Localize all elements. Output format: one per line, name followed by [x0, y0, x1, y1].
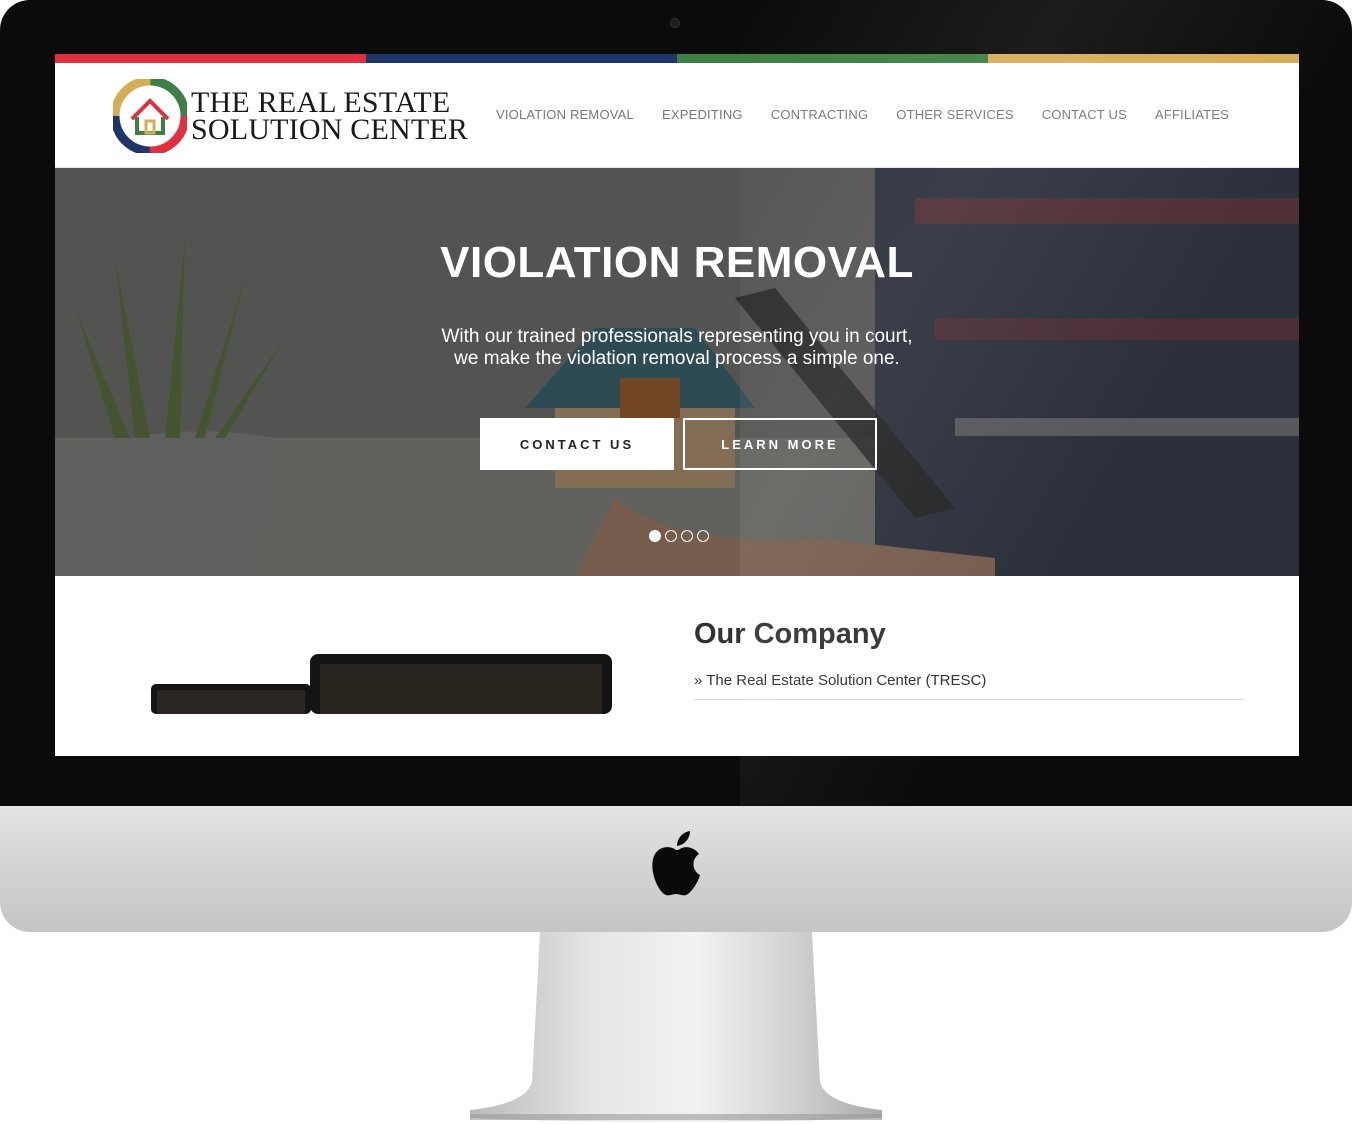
logo-wordmark: THE REAL ESTATE SOLUTION CENTER [191, 86, 469, 146]
color-bar-gold [988, 54, 1299, 63]
camera-icon [670, 18, 680, 28]
site-logo[interactable]: THE REAL ESTATE SOLUTION CENTER [113, 79, 468, 153]
slider-dot-1[interactable] [649, 530, 661, 542]
nav-other-services[interactable]: OTHER SERVICES [896, 107, 1013, 122]
color-bar-green [677, 54, 988, 63]
hero-learn-more-button[interactable]: LEARN MORE [683, 418, 877, 470]
hero-slider: VIOLATION REMOVAL With our trained profe… [55, 168, 1299, 576]
monitor-stand [470, 932, 882, 1122]
website-screen: THE REAL ESTATE SOLUTION CENTER VIOLATIO… [55, 54, 1299, 756]
hero-subtitle: With our trained professionals represent… [377, 326, 977, 370]
hero-title: VIOLATION REMOVAL [440, 238, 914, 287]
logo-line-1: THE REAL ESTATE [191, 86, 451, 119]
device-small-screen [157, 690, 305, 714]
hero-contact-button[interactable]: CONTACT US [480, 418, 674, 470]
company-link[interactable]: » The Real Estate Solution Center (TRESC… [694, 672, 986, 689]
device-mockup-small [151, 684, 311, 714]
slider-dot-2[interactable] [665, 530, 677, 542]
nav-expediting[interactable]: EXPEDITING [662, 107, 743, 122]
slider-dot-3[interactable] [681, 530, 693, 542]
hero-subtitle-line-2: we make the violation removal process a … [454, 348, 900, 369]
nav-contact-us[interactable]: CONTACT US [1042, 107, 1127, 122]
main-nav: VIOLATION REMOVAL EXPEDITING CONTRACTING… [496, 107, 1229, 122]
device-large-screen [320, 664, 602, 714]
nav-violation-removal[interactable]: VIOLATION REMOVAL [496, 107, 634, 122]
nav-contracting[interactable]: CONTRACTING [771, 107, 869, 122]
hero-overlay [55, 168, 1299, 576]
site-header: THE REAL ESTATE SOLUTION CENTER VIOLATIO… [55, 63, 1299, 168]
hero-subtitle-line-1: With our trained professionals represent… [441, 326, 913, 347]
logo-line-2: SOLUTION CENTER [191, 113, 469, 146]
house-badge-icon [113, 79, 187, 153]
slider-dots [649, 530, 709, 542]
company-divider [694, 699, 1244, 700]
nav-affiliates[interactable]: AFFILIATES [1155, 107, 1229, 122]
color-bar-navy [366, 54, 677, 63]
imac-mockup: THE REAL ESTATE SOLUTION CENTER VIOLATIO… [0, 0, 1352, 1124]
apple-logo-icon [652, 831, 700, 896]
company-heading: Our Company [694, 618, 886, 650]
device-mockup-large [310, 654, 612, 714]
brand-color-bar [55, 54, 1299, 63]
color-bar-red [55, 54, 366, 63]
slider-dot-4[interactable] [697, 530, 709, 542]
